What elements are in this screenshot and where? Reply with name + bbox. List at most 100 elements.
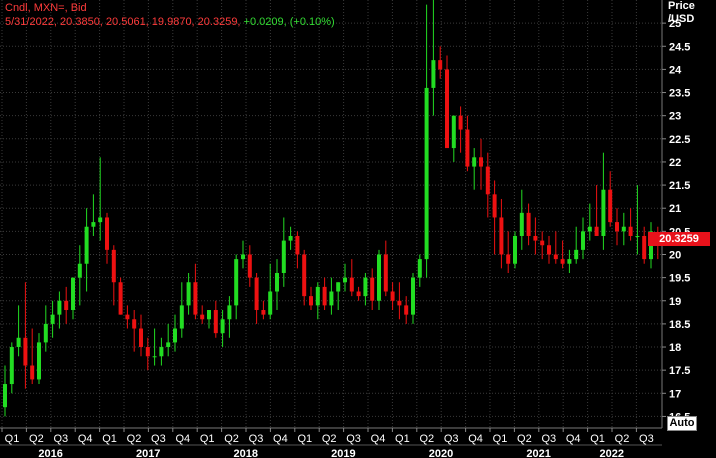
candle-body	[186, 282, 191, 306]
x-year-label: 2019	[331, 448, 355, 458]
x-quarter-label: Q2	[127, 433, 142, 445]
candle-body	[574, 249, 579, 260]
y-tick-label: 18.5	[669, 319, 690, 331]
y-tick-label: 23	[669, 111, 681, 123]
candle-body	[50, 314, 55, 324]
candle-body	[397, 300, 402, 306]
x-quarter-label: Q1	[395, 433, 410, 445]
candle-body	[132, 319, 137, 329]
x-quarter-label: Q2	[517, 433, 532, 445]
candle-body	[275, 272, 279, 292]
candle-body	[288, 235, 293, 241]
x-quarter-label: Q4	[273, 433, 288, 445]
x-quarter-label: Q1	[5, 433, 20, 445]
x-quarter-label: Q1	[493, 433, 508, 445]
candle-body	[84, 226, 89, 264]
x-quarter-label: Q1	[200, 433, 215, 445]
candle-body	[635, 235, 640, 237]
candle-body	[506, 254, 511, 264]
x-quarter-label: Q1	[590, 433, 605, 445]
candle-body	[234, 259, 239, 306]
candle-body	[98, 217, 103, 223]
instrument-info: Cndl, MXN=, Bid	[5, 2, 87, 14]
candle-body	[207, 310, 211, 320]
candle-body	[336, 282, 341, 292]
candle-body	[581, 231, 585, 250]
candle-body	[111, 249, 116, 283]
candle-body	[492, 194, 497, 218]
ohlc-readout: 5/31/2022, 20.3850, 20.5061, 19.9870, 20…	[5, 16, 335, 29]
candle-body	[302, 254, 307, 297]
candle-body	[451, 115, 456, 149]
ohlc-values: 5/31/2022, 20.3850, 20.5061, 19.9870, 20…	[5, 16, 244, 28]
candle-body	[553, 254, 558, 260]
candle-body	[417, 259, 422, 278]
y-tick-label: 24	[669, 64, 682, 76]
candle-body	[43, 323, 48, 343]
candle-body	[329, 291, 334, 306]
candle-body	[424, 87, 429, 260]
x-year-label: 2022	[600, 448, 624, 458]
candle-body	[152, 356, 157, 358]
x-quarter-label: Q2	[224, 433, 239, 445]
candle-body	[281, 240, 286, 273]
candle-body	[247, 254, 252, 278]
candle-body	[9, 347, 14, 385]
y-tick-label: 20	[669, 249, 681, 261]
candle-body	[472, 157, 477, 167]
candle-body	[193, 282, 198, 315]
candle-body	[479, 157, 483, 167]
candle-body	[349, 277, 354, 292]
chart-plot-area: 16.51717.51818.51919.52020.52121.52222.5…	[0, 0, 690, 458]
y-tick-label: 19	[669, 296, 681, 308]
x-year-label: 2016	[38, 448, 62, 458]
candle-body	[145, 347, 150, 357]
x-quarter-label: Q2	[419, 433, 434, 445]
candle-body	[3, 384, 7, 408]
candle-body	[628, 226, 633, 236]
x-quarter-label: Q2	[615, 433, 630, 445]
candle-body	[105, 217, 109, 250]
candle-body	[57, 300, 62, 315]
y-tick-label: 21	[669, 203, 681, 215]
candle-body	[383, 254, 388, 292]
candle-body	[445, 69, 449, 149]
candle-body	[601, 189, 606, 236]
candle-body	[220, 319, 225, 334]
x-quarter-label: Q3	[249, 433, 264, 445]
candle-body	[118, 282, 123, 315]
candle-body	[519, 212, 524, 236]
candle-body	[513, 235, 517, 264]
candle-body	[254, 277, 259, 311]
price-axis-title-line1: Price	[668, 0, 695, 12]
candle-body	[411, 277, 415, 315]
candle-body	[594, 226, 599, 236]
x-quarter-label: Q3	[346, 433, 361, 445]
y-tick-label: 21.5	[669, 180, 690, 192]
x-quarter-label: Q3	[541, 433, 556, 445]
y-tick-label: 17	[669, 388, 681, 400]
y-tick-label: 22.5	[669, 134, 690, 146]
candle-body	[227, 305, 232, 320]
candle-body	[309, 296, 313, 306]
x-quarter-label: Q4	[468, 433, 483, 445]
candle-body	[499, 217, 504, 255]
candle-body	[560, 259, 565, 264]
x-quarter-label: Q3	[639, 433, 654, 445]
candle-body	[615, 222, 619, 232]
candle-body	[241, 254, 245, 260]
candle-body	[213, 310, 218, 334]
last-price-tag: 20.3259	[648, 232, 710, 247]
y-tick-label: 17.5	[669, 365, 690, 377]
candle-body	[30, 365, 35, 380]
x-quarter-label: Q2	[29, 433, 44, 445]
candle-body	[315, 286, 320, 306]
y-tick-label: 19.5	[669, 273, 690, 285]
auto-scale-button[interactable]: Auto	[667, 416, 697, 431]
x-quarter-label: Q2	[322, 433, 337, 445]
candle-body	[438, 60, 443, 70]
x-quarter-label: Q3	[151, 433, 166, 445]
candle-body	[465, 129, 470, 167]
candle-body	[200, 314, 205, 320]
candle-body	[77, 263, 82, 278]
